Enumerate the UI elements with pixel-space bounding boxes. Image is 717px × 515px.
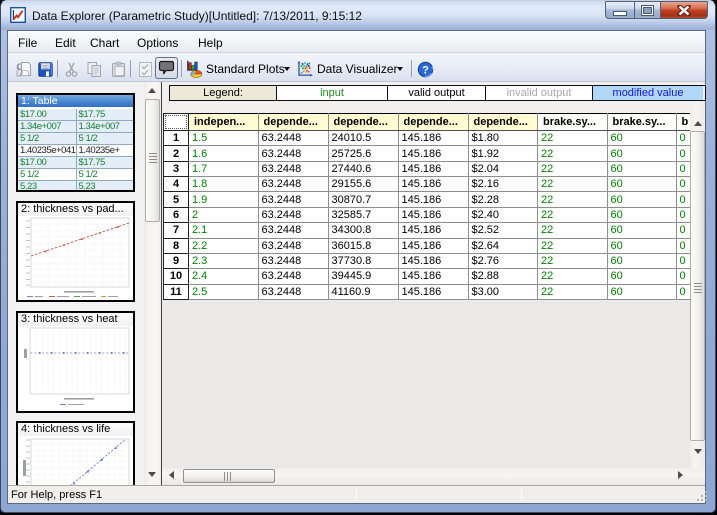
svg-text:?: ? — [422, 65, 429, 77]
